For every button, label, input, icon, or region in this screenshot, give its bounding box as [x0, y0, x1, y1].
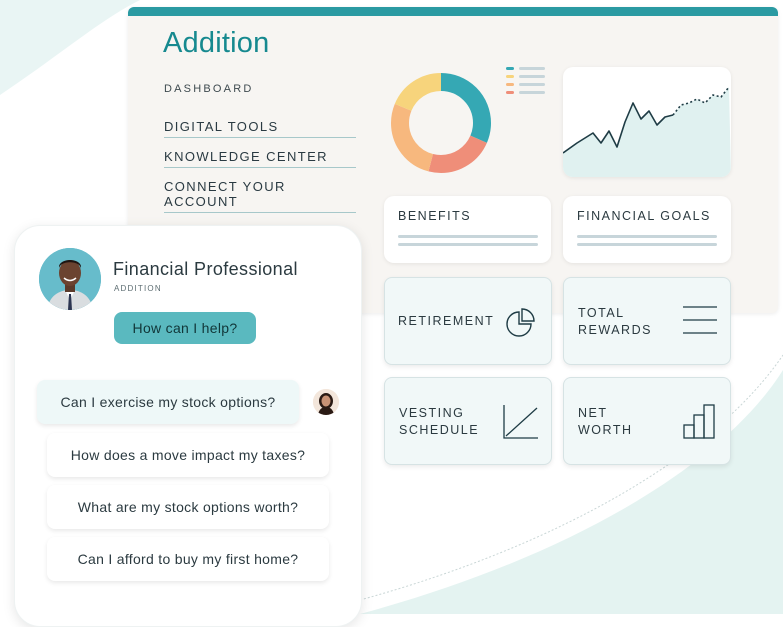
financial-goals-card[interactable]: FINANCIAL GOALS [563, 196, 731, 263]
line-chart [563, 86, 731, 177]
professional-name: Financial Professional [113, 259, 298, 279]
financial-goals-label: FINANCIAL GOALS [577, 209, 711, 223]
list-lines-icon [683, 306, 717, 334]
dashboard-top-bar [128, 7, 778, 16]
donut-chart [391, 73, 491, 173]
user-avatar [313, 389, 339, 415]
benefits-bar-2 [398, 243, 538, 246]
nav-digital-tools[interactable]: DIGITAL TOOLS [164, 119, 356, 138]
professional-org: ADDITION [114, 284, 162, 293]
question-move-taxes[interactable]: How does a move impact my taxes? [47, 433, 329, 477]
benefits-label: BENEFITS [398, 209, 472, 223]
vesting-schedule-tile[interactable]: VESTING SCHEDULE [384, 377, 552, 465]
benefits-bar-1 [398, 235, 538, 238]
growth-graph-icon [503, 405, 538, 439]
vesting-label-2: SCHEDULE [399, 423, 480, 437]
question-stock-options-exercise[interactable]: Can I exercise my stock options? [37, 380, 299, 424]
net-worth-label-1: NET [578, 406, 608, 420]
financial-goals-bar-1 [577, 235, 717, 238]
financial-professional-avatar [39, 248, 101, 310]
chat-panel: Financial Professional ADDITION How can … [14, 225, 362, 627]
total-rewards-label-2: REWARDS [578, 323, 652, 337]
total-rewards-label-1: TOTAL [578, 306, 625, 320]
line-chart-card [563, 67, 731, 177]
retirement-label: RETIREMENT [398, 314, 495, 328]
question-afford-home[interactable]: Can I afford to buy my first home? [47, 537, 329, 581]
vesting-label-1: VESTING [399, 406, 465, 420]
donut-legend [506, 67, 545, 94]
net-worth-tile[interactable]: NET WORTH [563, 377, 731, 465]
total-rewards-tile[interactable]: TOTAL REWARDS [563, 277, 731, 365]
help-message-bubble: How can I help? [114, 312, 256, 344]
benefits-card[interactable]: BENEFITS [384, 196, 551, 263]
nav-connect-account[interactable]: CONNECT YOUR ACCOUNT [164, 179, 356, 213]
net-worth-label-2: WORTH [578, 423, 633, 437]
pie-chart-icon [506, 308, 535, 337]
nav-dashboard[interactable]: DASHBOARD [164, 83, 253, 95]
retirement-tile[interactable]: RETIREMENT [384, 277, 552, 365]
bar-graph-icon [683, 404, 715, 439]
nav-knowledge-center[interactable]: KNOWLEDGE CENTER [164, 149, 356, 168]
financial-goals-bar-2 [577, 243, 717, 246]
question-stock-options-worth[interactable]: What are my stock options worth? [47, 485, 329, 529]
addition-logo: Addition [163, 27, 270, 59]
